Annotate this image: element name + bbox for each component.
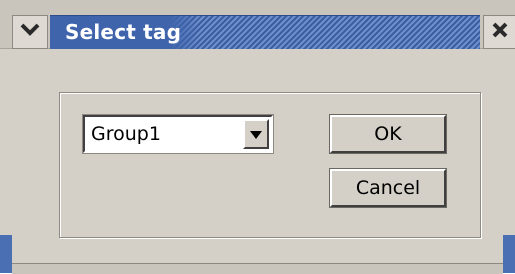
triangle-down-icon [249, 125, 263, 144]
title-band: Select tag [50, 15, 480, 50]
frame-edge-right [503, 235, 515, 273]
group-box [59, 92, 481, 238]
frame-edge-left [0, 235, 12, 273]
frame-bottom [12, 263, 503, 274]
close-button[interactable] [483, 15, 515, 49]
window-menu-button[interactable] [12, 15, 48, 49]
dialog-body: Group1 OK Cancel [12, 49, 503, 263]
cancel-button[interactable]: Cancel [330, 169, 446, 207]
ok-button[interactable]: OK [330, 115, 446, 153]
window-title: Select tag [65, 20, 182, 44]
tag-combobox[interactable]: Group1 [83, 115, 273, 153]
chevron-down-icon [19, 22, 41, 42]
combobox-dropdown-button[interactable] [243, 119, 269, 149]
select-tag-dialog: Select tag Group1 OK Cancel [0, 0, 515, 274]
close-icon [491, 21, 509, 43]
tag-combobox-value: Group1 [91, 123, 161, 145]
title-bar[interactable]: Select tag [0, 0, 515, 50]
